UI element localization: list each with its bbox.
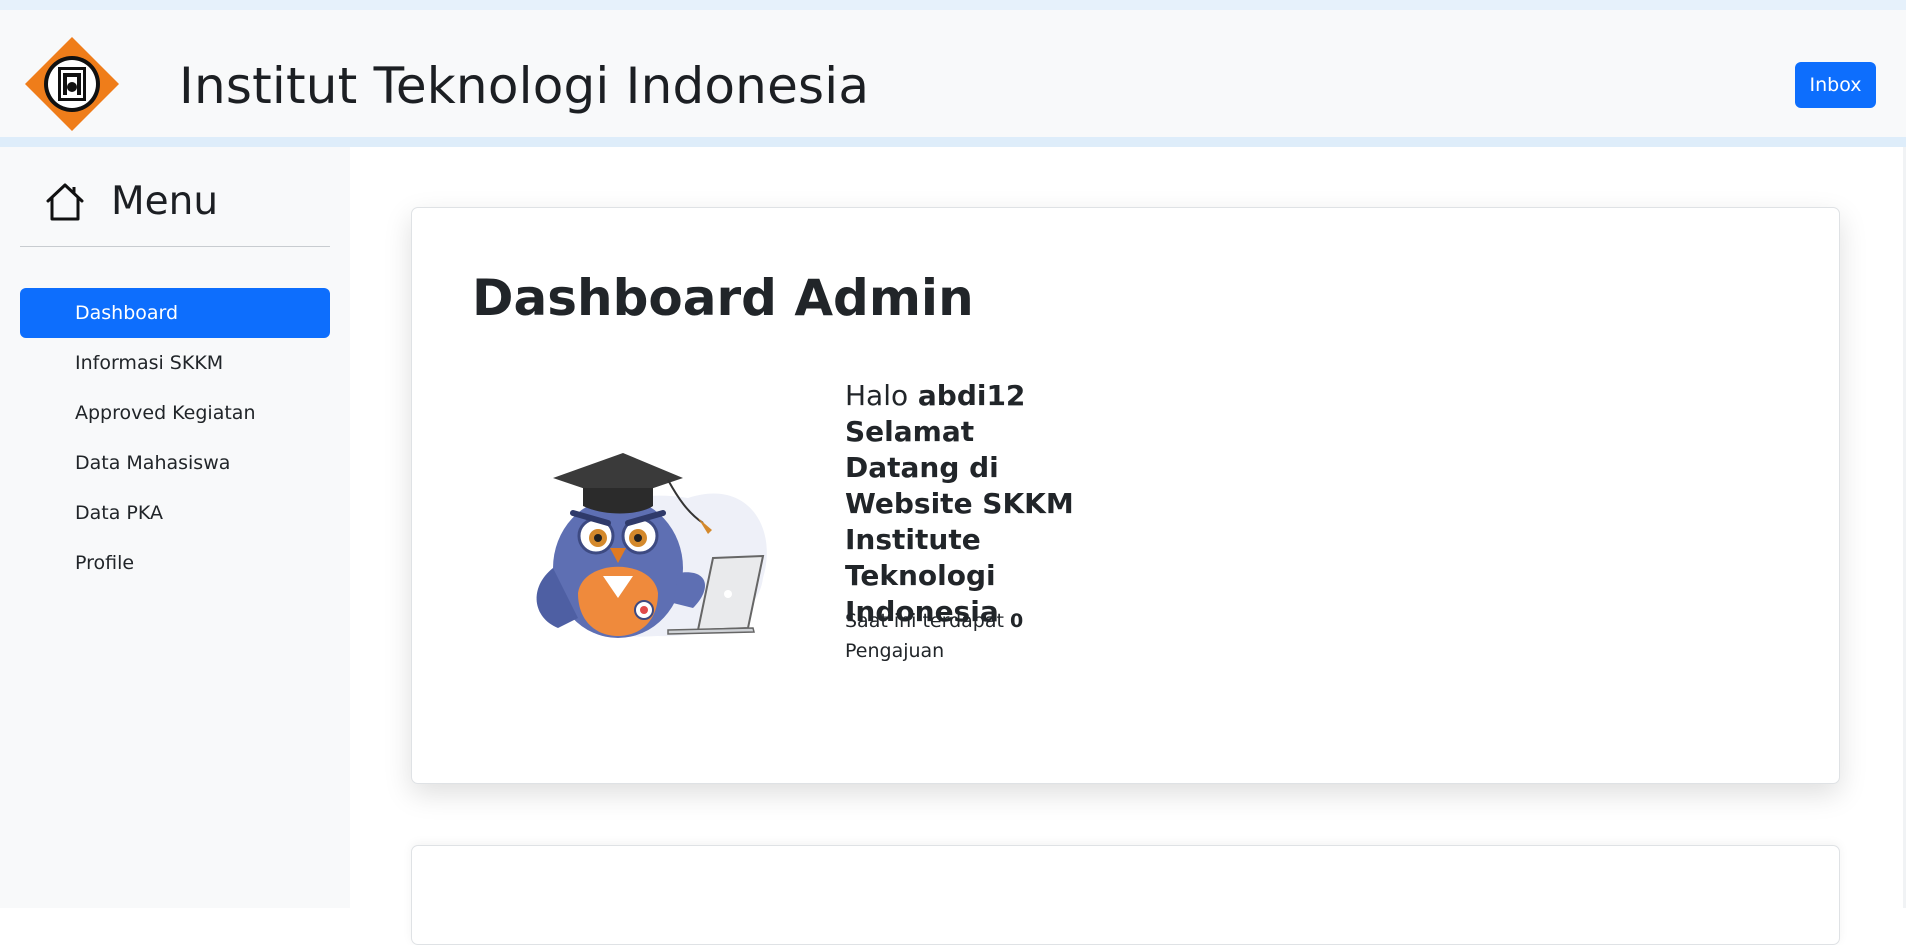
sidebar-item-data-mahasiswa[interactable]: Data Mahasiswa: [20, 438, 330, 488]
page-title: Dashboard Admin: [472, 269, 974, 327]
submission-suffix: Pengajuan: [845, 640, 945, 662]
secondary-card: [411, 845, 1840, 945]
submission-count-text: Saat ini terdapat 0 Pengajuan: [845, 606, 1045, 666]
menu-label: Menu: [111, 179, 219, 224]
sidebar-item-data-pka[interactable]: Data PKA: [20, 488, 330, 538]
menu-divider: [20, 246, 330, 247]
welcome-text: Selamat Datang di Website SKKM Institute…: [845, 415, 1074, 628]
header-divider: [0, 137, 1906, 147]
home-icon: [46, 183, 84, 221]
sidebar-item-approved-kegiatan[interactable]: Approved Kegiatan: [20, 388, 330, 438]
welcome-message: Halo abdi12 Selamat Datang di Website SK…: [845, 378, 1075, 630]
greeting-text: Halo: [845, 379, 909, 412]
sidebar: Menu Dashboard Informasi SKKM Approved K…: [0, 147, 350, 908]
sidebar-nav: Dashboard Informasi SKKM Approved Kegiat…: [20, 288, 330, 588]
submission-prefix: Saat ini terdapat: [845, 610, 1004, 632]
sidebar-item-dashboard[interactable]: Dashboard: [20, 288, 330, 338]
username: abdi12: [917, 379, 1026, 412]
inbox-button[interactable]: Inbox: [1795, 62, 1876, 108]
sidebar-item-profile[interactable]: Profile: [20, 538, 330, 588]
submission-count: 0: [1010, 610, 1024, 632]
owl-illustration: [536, 453, 767, 638]
site-header: Institut Teknologi Indonesia Inbox: [0, 10, 1906, 139]
top-strip: [0, 0, 1906, 10]
dashboard-card: Dashboard Admin Halo abdi12 Selamat Data…: [411, 207, 1840, 784]
menu-heading: Menu: [44, 177, 218, 227]
iti-logo: [25, 37, 119, 131]
sidebar-item-informasi-skkm[interactable]: Informasi SKKM: [20, 338, 330, 388]
site-title: Institut Teknologi Indonesia: [179, 57, 870, 115]
